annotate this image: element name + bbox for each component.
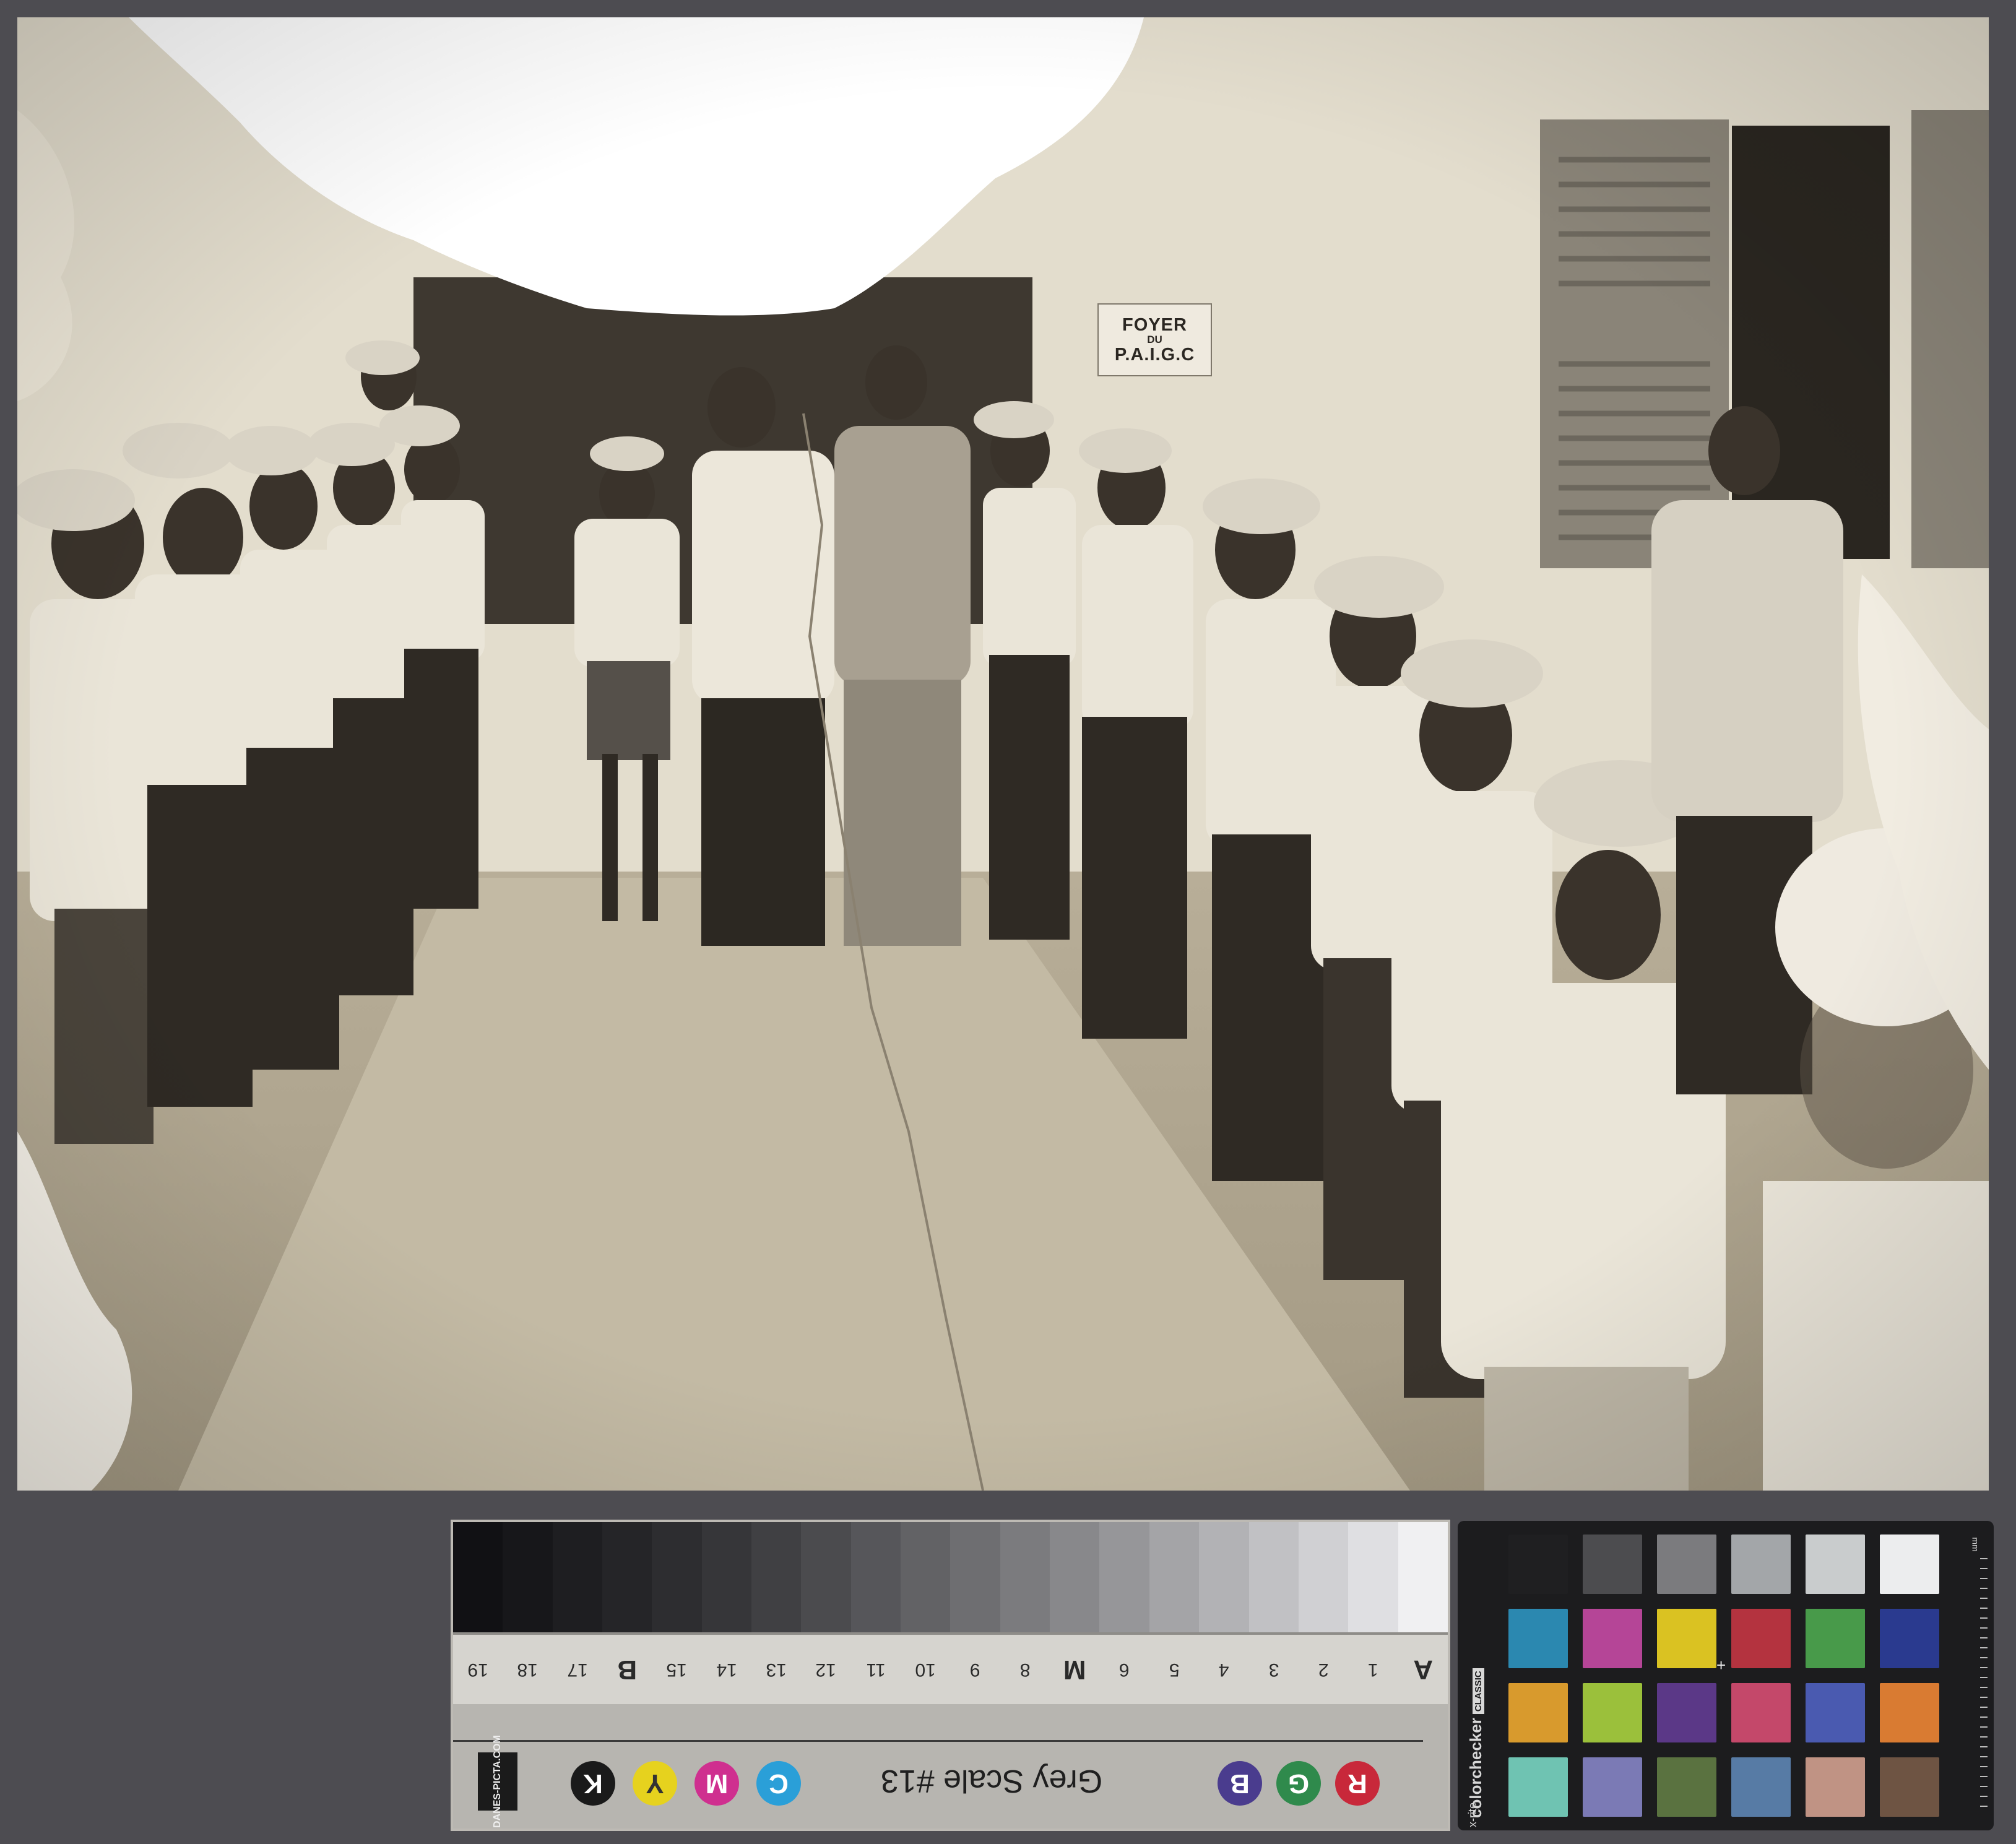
color-swatch — [1731, 1535, 1791, 1594]
grey-scale-number: 12 — [815, 1660, 837, 1680]
divider — [453, 1740, 1423, 1742]
grey-patch — [1000, 1522, 1050, 1632]
grey-patch — [801, 1522, 851, 1632]
checker-brand: colorcheckerCLASSIC — [1466, 1668, 1486, 1818]
grey-scale-number: 9 — [970, 1660, 980, 1680]
color-swatch — [1806, 1757, 1865, 1817]
color-swatch — [1508, 1609, 1568, 1668]
color-swatch — [1508, 1535, 1568, 1594]
color-swatch — [1731, 1609, 1791, 1668]
grey-patch — [1348, 1522, 1398, 1632]
sign-line-1: FOYER — [1122, 314, 1187, 335]
grey-scale-number: 18 — [517, 1660, 539, 1680]
grey-scale-number: 14 — [716, 1660, 737, 1680]
checker-swatches — [1508, 1535, 1939, 1817]
grey-patch — [602, 1522, 652, 1632]
grey-scale-number: 13 — [766, 1660, 787, 1680]
grey-patch — [503, 1522, 553, 1632]
color-swatch — [1583, 1683, 1642, 1742]
b-dot: B — [1218, 1761, 1262, 1806]
color-swatch — [1880, 1757, 1939, 1817]
grey-scale-number: 17 — [567, 1660, 588, 1680]
color-swatch — [1657, 1609, 1716, 1668]
grey-scale-target: 19 18 17 B 15 14 13 12 11 10 9 8 M 6 5 4 3 2 1 A DANES-PICT… — [451, 1520, 1450, 1831]
grey-scale-number: 15 — [666, 1660, 688, 1680]
g-dot: G — [1276, 1761, 1321, 1806]
grey-patch — [652, 1522, 702, 1632]
grey-scale-title: Grey Scale #13 — [880, 1763, 1103, 1799]
grey-patch — [1199, 1522, 1249, 1632]
grey-scale-number: 4 — [1218, 1660, 1229, 1680]
grey-patch — [901, 1522, 951, 1632]
grey-patch — [950, 1522, 1000, 1632]
grey-patch — [453, 1522, 503, 1632]
grey-scale-label-strip: DANES-PICTA.COM K Y M C Grey Scale #13 B… — [453, 1704, 1448, 1829]
grey-scale-number: 1 — [1368, 1660, 1378, 1680]
color-swatch — [1583, 1535, 1642, 1594]
grey-scale-number: 6 — [1119, 1660, 1130, 1680]
m-dot: M — [694, 1761, 739, 1806]
grey-patch — [552, 1522, 603, 1632]
grey-patch — [850, 1522, 901, 1632]
grey-patch — [701, 1522, 752, 1632]
color-swatch — [1880, 1535, 1939, 1594]
color-swatch — [1657, 1757, 1716, 1817]
color-swatch — [1731, 1683, 1791, 1742]
color-checker-card: colorcheckerCLASSIC x-rite + mm — [1458, 1521, 1994, 1830]
grey-scale-numbers: 19 18 17 B 15 14 13 12 11 10 9 8 M 6 5 4 3 2 1 A — [453, 1635, 1448, 1704]
grey-patch — [1398, 1522, 1448, 1632]
r-dot: R — [1335, 1761, 1380, 1806]
grey-scale-number: B — [617, 1655, 638, 1685]
color-swatch — [1508, 1683, 1568, 1742]
edition-label: CLASSIC — [1473, 1668, 1484, 1715]
grey-scale-number: A — [1412, 1655, 1433, 1685]
grey-patch — [1149, 1522, 1200, 1632]
color-swatch — [1508, 1757, 1568, 1817]
photo-scene — [17, 17, 1989, 1491]
danes-picta-logo: DANES-PICTA.COM — [478, 1735, 517, 1828]
grey-scale-number: M — [1063, 1655, 1086, 1685]
grey-scale-number: 3 — [1268, 1660, 1279, 1680]
color-swatch — [1806, 1535, 1865, 1594]
color-swatch — [1657, 1683, 1716, 1742]
grey-scale-number: 10 — [915, 1660, 936, 1680]
grey-scale-number: 19 — [467, 1660, 488, 1680]
grey-patch — [751, 1522, 802, 1632]
color-swatch — [1583, 1609, 1642, 1668]
grey-patch — [1050, 1522, 1100, 1632]
color-swatch — [1806, 1609, 1865, 1668]
mm-ruler — [1980, 1558, 1988, 1812]
logo-text: DANES-PICTA.COM — [492, 1735, 503, 1828]
crosshair-icon: + — [1716, 1656, 1726, 1674]
foyer-sign: FOYER DU P.A.I.G.C — [1097, 303, 1212, 376]
xrite-logo: x-rite — [1466, 1803, 1479, 1827]
sign-line-2: DU — [1147, 334, 1162, 346]
k-dot: K — [571, 1761, 615, 1806]
grey-patch — [1248, 1522, 1299, 1632]
color-swatch — [1657, 1535, 1716, 1594]
color-swatch — [1806, 1683, 1865, 1742]
grey-scale-number: 2 — [1318, 1660, 1329, 1680]
color-swatch — [1880, 1683, 1939, 1742]
grey-scale-number: 5 — [1169, 1660, 1180, 1680]
color-swatch — [1880, 1609, 1939, 1668]
grey-patch — [1298, 1522, 1349, 1632]
grey-scale-number: 8 — [1019, 1660, 1031, 1680]
grey-scale-number: 11 — [866, 1660, 886, 1680]
unit-label: mm — [1970, 1537, 1981, 1552]
grey-patches — [453, 1522, 1448, 1632]
photograph: FOYER DU P.A.I.G.C — [17, 17, 1989, 1491]
grey-patch — [1099, 1522, 1149, 1632]
sign-line-3: P.A.I.G.C — [1114, 344, 1195, 365]
color-swatch — [1583, 1757, 1642, 1817]
c-dot: C — [756, 1761, 801, 1806]
color-swatch — [1731, 1757, 1791, 1817]
y-dot: Y — [633, 1761, 677, 1806]
